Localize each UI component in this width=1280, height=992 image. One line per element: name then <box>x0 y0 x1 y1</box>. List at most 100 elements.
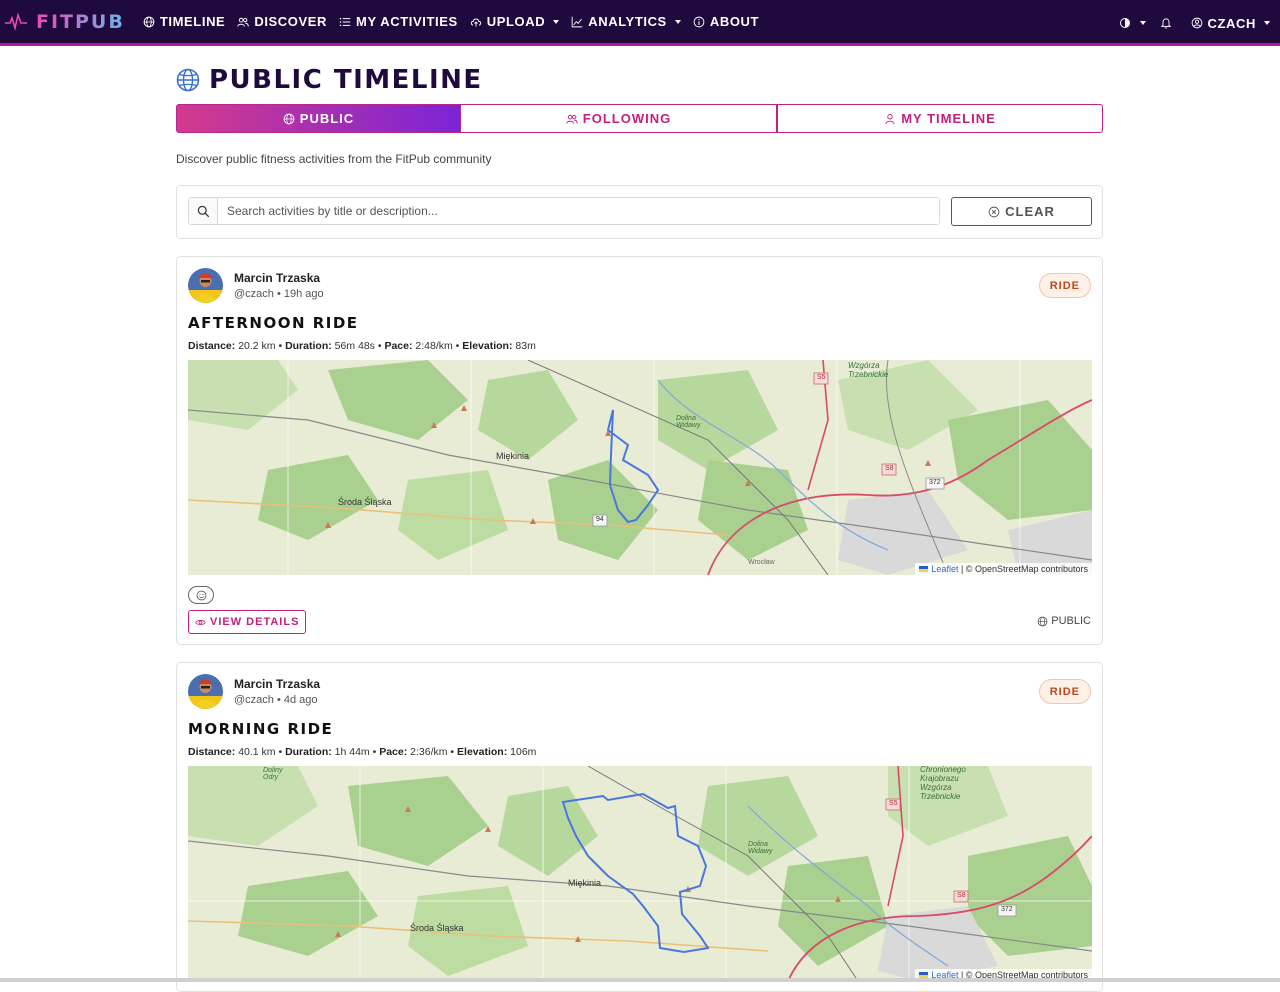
search-addon <box>189 198 218 224</box>
map-road-label: S8 <box>885 465 894 472</box>
tab-my-timeline-label: MY TIMELINE <box>901 111 996 126</box>
map-attribution: Leaflet | © OpenStreetMap contributors <box>915 563 1092 575</box>
top-navbar: FITPUB TIMELINE DISCOVER MY ACTIVITIES U… <box>0 0 1280 46</box>
activity-stats: Distance: 40.1 km • Duration: 1h 44m • P… <box>188 746 537 758</box>
user-icon <box>885 113 895 124</box>
activity-map[interactable]: Miękinia Środa Śląska Dolina Widawy Chro… <box>188 766 1092 981</box>
map-place-label: Miękinia <box>568 878 602 888</box>
activity-title[interactable]: MORNING RIDE <box>188 720 333 738</box>
activity-stats: Distance: 20.2 km • Duration: 56m 48s • … <box>188 340 536 352</box>
stat-distance: 20.2 km <box>238 340 276 352</box>
search-icon <box>197 205 209 217</box>
stat-duration: 1h 44m <box>334 746 370 758</box>
user-name[interactable]: Marcin Trzaska <box>234 677 320 691</box>
map-place-label: Środa Śląska <box>410 923 464 933</box>
stat-distance: 40.1 km <box>238 746 276 758</box>
stat-elevation: 83m <box>515 340 536 352</box>
tab-my-timeline[interactable]: MY TIMELINE <box>777 104 1103 133</box>
clear-button[interactable]: CLEAR <box>951 197 1092 226</box>
nav-timeline[interactable]: TIMELINE <box>143 14 225 29</box>
nav-right: CZACH <box>1105 0 1270 46</box>
cloud-upload-icon <box>470 18 481 26</box>
page-title-text: PUBLIC TIMELINE <box>209 65 483 95</box>
user-menu-label: CZACH <box>1207 15 1256 31</box>
reaction-button[interactable] <box>188 586 214 604</box>
brand[interactable]: FITPUB <box>4 11 125 33</box>
activity-type-badge: RIDE <box>1038 273 1091 298</box>
nav-discover-label: DISCOVER <box>254 14 328 29</box>
ukraine-flag-icon <box>919 566 929 572</box>
nav-timeline-label: TIMELINE <box>159 14 226 29</box>
globe-icon <box>1037 616 1048 626</box>
map-road-label: S8 <box>957 892 966 899</box>
avatar[interactable] <box>188 268 223 303</box>
stat-label: Duration: <box>285 340 332 352</box>
stat-label: Elevation: <box>462 340 513 352</box>
nav-analytics-dropdown[interactable]: ANALYTICS <box>571 14 681 29</box>
chevron-down-icon <box>1264 21 1270 25</box>
user-menu-dropdown[interactable]: CZACH <box>1191 15 1270 31</box>
page-title: PUBLIC TIMELINE <box>176 65 483 95</box>
map-place-label: Dolina Widawy <box>748 841 773 855</box>
view-details-label: VIEW DETAILS <box>210 616 300 628</box>
activity-card: Marcin Trzaska @czach • 19h ago RIDE AFT… <box>176 256 1103 645</box>
brand-name: FITPUB <box>36 10 125 33</box>
map-road-label: 94 <box>596 516 604 523</box>
nav-my-activities-label: MY ACTIVITIES <box>356 14 458 29</box>
activity-map[interactable]: Miękinia Środa Śląska Dolina Widawy Wzgó… <box>188 360 1092 575</box>
tab-following[interactable]: FOLLOWING <box>461 104 777 133</box>
map-road-label: S5 <box>889 800 898 807</box>
avatar[interactable] <box>188 674 223 709</box>
user-meta: @czach • 19h ago <box>234 288 324 300</box>
stat-pace: 2:36/km <box>410 746 448 758</box>
globe-icon <box>176 68 200 92</box>
map-place-label: Dolina Widawy <box>676 415 701 429</box>
pulse-icon <box>5 11 27 31</box>
users-icon <box>237 17 250 27</box>
map-road-label: 372 <box>929 479 941 486</box>
nav-my-activities[interactable]: MY ACTIVITIES <box>339 14 458 29</box>
timeline-tabs: PUBLIC FOLLOWING MY TIMELINE <box>176 104 1103 133</box>
tab-public[interactable]: PUBLIC <box>176 104 461 133</box>
stat-label: Duration: <box>285 746 332 758</box>
list-icon <box>339 17 351 26</box>
chevron-down-icon <box>1139 21 1146 25</box>
user-name[interactable]: Marcin Trzaska <box>234 271 320 285</box>
map-place-label: Środa Śląska <box>338 497 392 507</box>
nav-about[interactable]: ABOUT <box>693 14 759 29</box>
user-meta: @czach • 4d ago <box>234 694 318 706</box>
visibility-indicator: PUBLIC <box>1037 615 1091 627</box>
globe-icon <box>283 113 295 124</box>
search-group <box>188 197 940 225</box>
view-details-button[interactable]: VIEW DETAILS <box>188 610 307 634</box>
stat-label: Pace: <box>384 340 413 352</box>
page-subtitle: Discover public fitness activities from … <box>176 152 492 166</box>
nav-upload-dropdown[interactable]: UPLOAD <box>470 14 560 29</box>
user-circle-icon <box>1191 17 1202 29</box>
contrast-icon <box>1119 18 1130 28</box>
nav-discover[interactable]: DISCOVER <box>237 14 327 29</box>
search-input[interactable] <box>218 198 939 224</box>
nav-upload-label: UPLOAD <box>486 14 546 29</box>
stat-label: Elevation: <box>457 746 508 758</box>
map-place-label: Doliny Odry <box>263 767 283 781</box>
activity-title[interactable]: AFTERNOON RIDE <box>188 314 359 332</box>
stat-pace: 2:48/km <box>415 340 453 352</box>
notifications-button[interactable] <box>1160 17 1177 29</box>
stat-elevation: 106m <box>510 746 537 758</box>
theme-toggle-dropdown[interactable] <box>1119 17 1146 29</box>
map-place-label: Chronionego Krajobrazu Wzgórza Trzebnick… <box>920 766 966 801</box>
clear-button-label: CLEAR <box>1005 204 1055 219</box>
stat-duration: 56m 48s <box>334 340 375 352</box>
stat-label: Distance: <box>188 746 236 758</box>
map-tiles <box>188 360 1092 575</box>
nav-about-label: ABOUT <box>709 14 760 29</box>
activity-type-badge: RIDE <box>1038 679 1091 704</box>
eye-icon <box>195 619 206 625</box>
activity-card: Marcin Trzaska @czach • 4d ago RIDE MORN… <box>176 662 1103 992</box>
map-place-label: Miękinia <box>496 451 530 461</box>
horizontal-scrollbar[interactable] <box>0 978 1280 982</box>
x-circle-icon <box>988 206 1000 217</box>
users-icon <box>566 114 578 124</box>
leaflet-link[interactable]: Leaflet <box>931 564 958 574</box>
